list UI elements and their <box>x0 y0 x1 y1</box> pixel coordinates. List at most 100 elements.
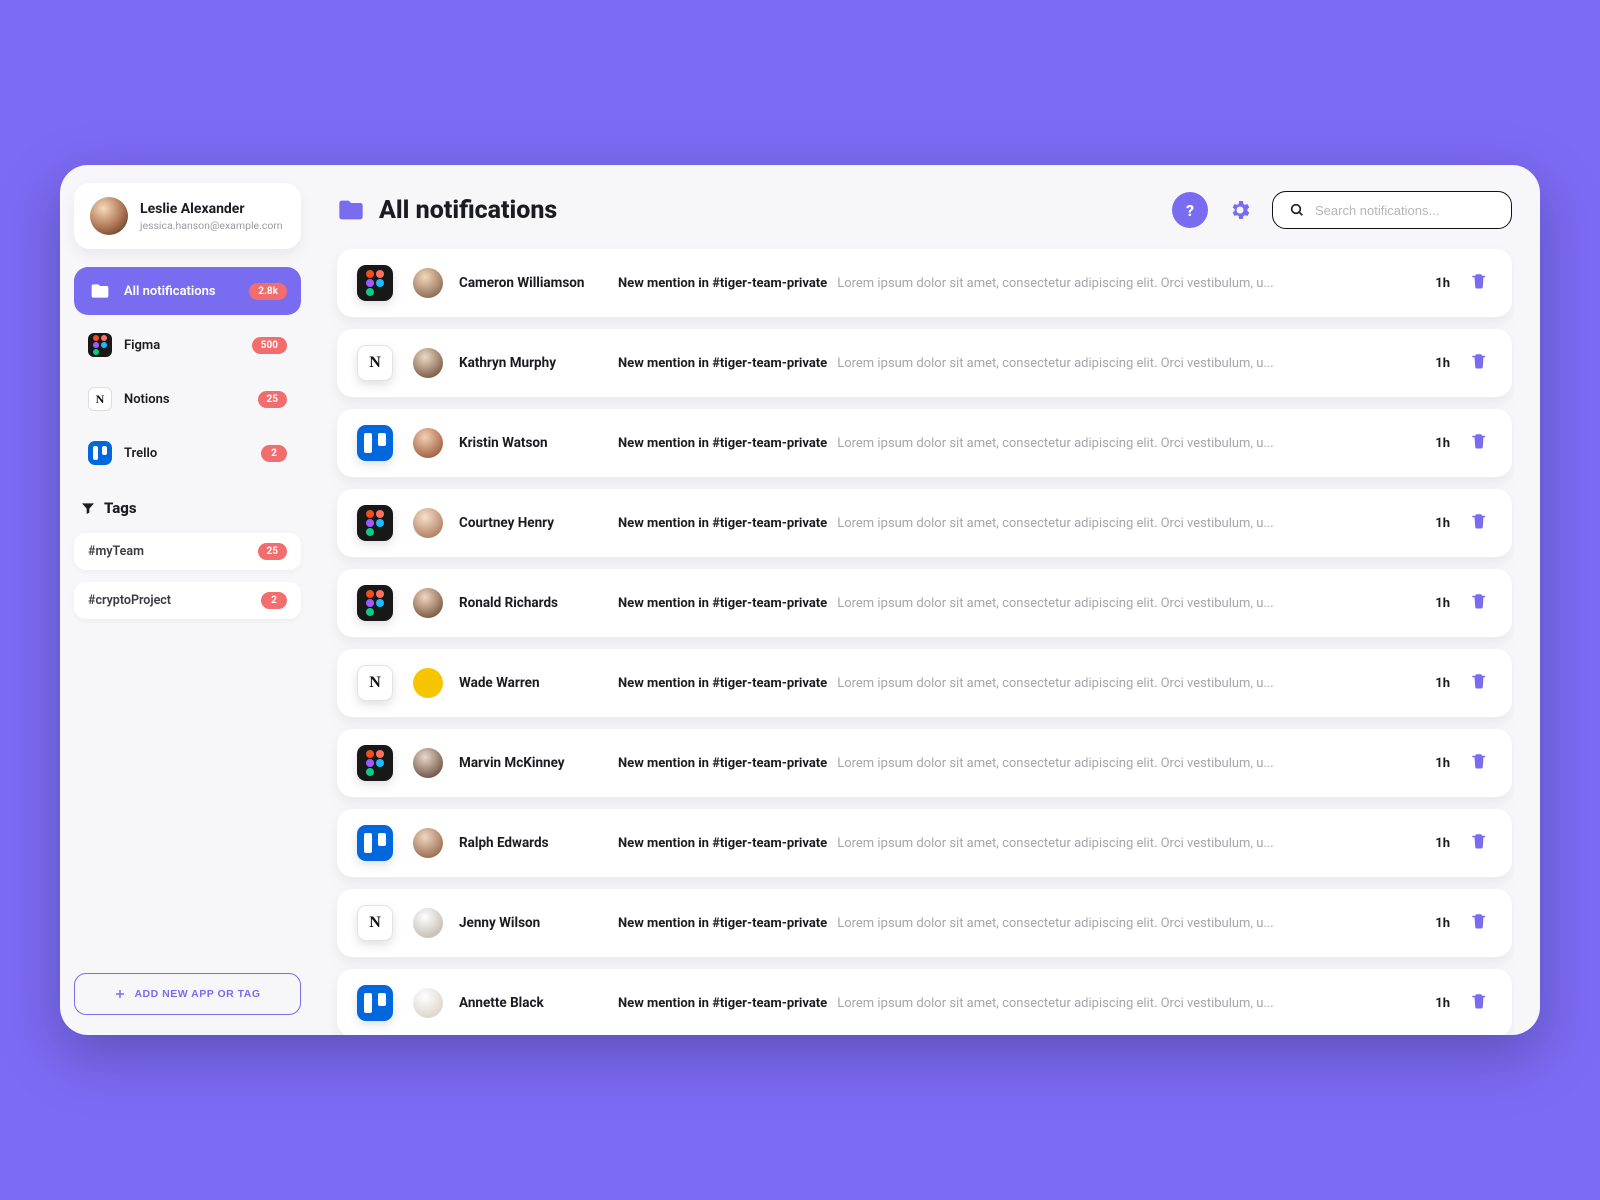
nav-label: Figma <box>124 338 240 353</box>
nav-label: Notions <box>124 392 246 407</box>
person-name: Cameron Williamson <box>459 275 584 291</box>
notification-time: 1h <box>1422 836 1450 851</box>
notification-message: New mention in #tiger-team-privateLorem … <box>618 596 1402 611</box>
notification-message: New mention in #tiger-team-private Lorem … <box>618 516 1402 531</box>
notification-row[interactable]: N Jenny Wilson New mention in #tiger-team-… <box>337 889 1512 957</box>
delete-button[interactable] <box>1470 992 1492 1014</box>
message-title: New mention in #tiger-team-private <box>618 996 827 1011</box>
message-title: New mention in #tiger-team-private <box>618 516 827 531</box>
delete-button[interactable] <box>1470 592 1492 614</box>
person-name: Annette Black <box>459 995 544 1011</box>
add-button-label: ADD NEW APP OR TAG <box>134 988 260 1000</box>
question-icon: ? <box>1186 201 1194 220</box>
folder-icon <box>88 279 112 303</box>
nav-badge: 2.8k <box>249 283 287 300</box>
user-avatar <box>90 197 128 235</box>
notification-person: Cameron Williamson <box>413 268 598 298</box>
nav-figma[interactable]: Figma 500 <box>74 321 301 369</box>
user-name: Leslie Alexander <box>140 201 283 217</box>
delete-button[interactable] <box>1470 512 1492 534</box>
page-title-text: All notifications <box>379 196 557 225</box>
message-title: New mention in #tiger-team-private <box>618 836 827 851</box>
notification-person: Ronald Richards <box>413 588 598 618</box>
nav-notions[interactable]: N Notions 25 <box>74 375 301 423</box>
notification-row[interactable]: NKathryn MurphyNew mention in #tiger-tea… <box>337 329 1512 397</box>
person-avatar <box>413 268 443 298</box>
notification-time: 1h <box>1422 596 1450 611</box>
figma-icon <box>357 745 393 781</box>
tag-badge: 25 <box>258 543 287 560</box>
notification-person: Kristin Watson <box>413 428 598 458</box>
notification-row[interactable]: Annette Black New mention in #tiger-team-… <box>337 969 1512 1035</box>
figma-icon <box>357 585 393 621</box>
notion-icon: N <box>88 387 112 411</box>
message-title: New mention in #tiger-team-private <box>618 356 827 371</box>
person-avatar <box>413 588 443 618</box>
delete-button[interactable] <box>1470 272 1492 294</box>
figma-icon <box>88 333 112 357</box>
notification-message: New mention in #tiger-team-private Lorem … <box>618 996 1402 1011</box>
message-title: New mention in #tiger-team-private <box>618 916 827 931</box>
topbar: All notifications ? <box>327 187 1514 245</box>
notification-time: 1h <box>1422 276 1450 291</box>
message-title: New mention in #tiger-team-private <box>618 676 827 691</box>
folder-icon <box>337 196 365 224</box>
tag-myteam[interactable]: #myTeam 25 <box>74 533 301 570</box>
help-button[interactable]: ? <box>1172 192 1208 228</box>
message-body: Lorem ipsum dolor sit amet, consectetur … <box>837 676 1273 691</box>
notification-list: Cameron Williamson New mention in #tiger-… <box>327 245 1514 1035</box>
person-avatar <box>413 508 443 538</box>
tags-header: Tags <box>74 489 301 521</box>
notification-row[interactable]: Ralph Edwards New mention in #tiger-team-… <box>337 809 1512 877</box>
person-name: Kristin Watson <box>459 435 548 451</box>
tag-cryptoproject[interactable]: #cryptoProject 2 <box>74 582 301 619</box>
user-email: jessica.hanson@example.com <box>140 219 283 232</box>
nav-label: All notifications <box>124 284 237 299</box>
notification-row[interactable]: NWade WarrenNew mention in #tiger-team-p… <box>337 649 1512 717</box>
notification-message: New mention in #tiger-team-privateLorem … <box>618 276 1402 291</box>
notification-time: 1h <box>1422 516 1450 531</box>
notification-message: New mention in #tiger-team-private Lorem … <box>618 676 1402 691</box>
delete-button[interactable] <box>1470 752 1492 774</box>
trello-icon <box>357 985 393 1021</box>
nav-trello[interactable]: Trello 2 <box>74 429 301 477</box>
notification-person: Marvin McKinney <box>413 748 598 778</box>
notification-row[interactable]: Cameron Williamson New mention in #tiger-… <box>337 249 1512 317</box>
notification-row[interactable]: Marvin McKinney New mention in #tiger-tea… <box>337 729 1512 797</box>
notification-time: 1h <box>1422 436 1450 451</box>
delete-button[interactable] <box>1470 432 1492 454</box>
notification-row[interactable]: Ronald Richards New mention in #tiger-tea… <box>337 569 1512 637</box>
nav-list: All notifications 2.8k Figma 500 N Notio… <box>74 267 301 477</box>
person-name: Ralph Edwards <box>459 835 549 851</box>
delete-button[interactable] <box>1470 352 1492 374</box>
message-body: Lorem ipsum dolor sit amet, consectetur … <box>837 996 1273 1011</box>
notification-time: 1h <box>1422 356 1450 371</box>
search-box[interactable] <box>1272 191 1512 229</box>
sidebar: Leslie Alexander jessica.hanson@example.… <box>60 165 315 1035</box>
person-name: Jenny Wilson <box>459 915 540 931</box>
app-window: Leslie Alexander jessica.hanson@example.… <box>60 165 1540 1035</box>
message-body: Lorem ipsum dolor sit amet, consectetur … <box>837 916 1273 931</box>
notification-row[interactable]: Courtney Henry New mention in #tiger-team… <box>337 489 1512 557</box>
person-name: Ronald Richards <box>459 595 558 611</box>
message-title: New mention in #tiger-team-private <box>618 756 827 771</box>
notification-row[interactable]: Kristin WatsonNew mention in #tiger-team… <box>337 409 1512 477</box>
notification-message: New mention in #tiger-team-private Lorem … <box>618 916 1402 931</box>
notification-time: 1h <box>1422 676 1450 691</box>
person-name: Kathryn Murphy <box>459 355 556 371</box>
user-card[interactable]: Leslie Alexander jessica.hanson@example.… <box>74 183 301 249</box>
delete-button[interactable] <box>1470 912 1492 934</box>
delete-button[interactable] <box>1470 832 1492 854</box>
settings-button[interactable] <box>1222 192 1258 228</box>
person-avatar <box>413 668 443 698</box>
message-body: Lorem ipsum dolor sit amet, consectetur … <box>837 516 1273 531</box>
person-name: Courtney Henry <box>459 515 554 531</box>
message-body: Lorem ipsum dolor sit amet, consectetur … <box>837 756 1273 771</box>
add-app-tag-button[interactable]: ADD NEW APP OR TAG <box>74 973 301 1015</box>
person-avatar <box>413 428 443 458</box>
notion-icon: N <box>357 905 393 941</box>
delete-button[interactable] <box>1470 672 1492 694</box>
nav-all-notifications[interactable]: All notifications 2.8k <box>74 267 301 315</box>
search-input[interactable] <box>1315 203 1495 218</box>
person-avatar <box>413 828 443 858</box>
